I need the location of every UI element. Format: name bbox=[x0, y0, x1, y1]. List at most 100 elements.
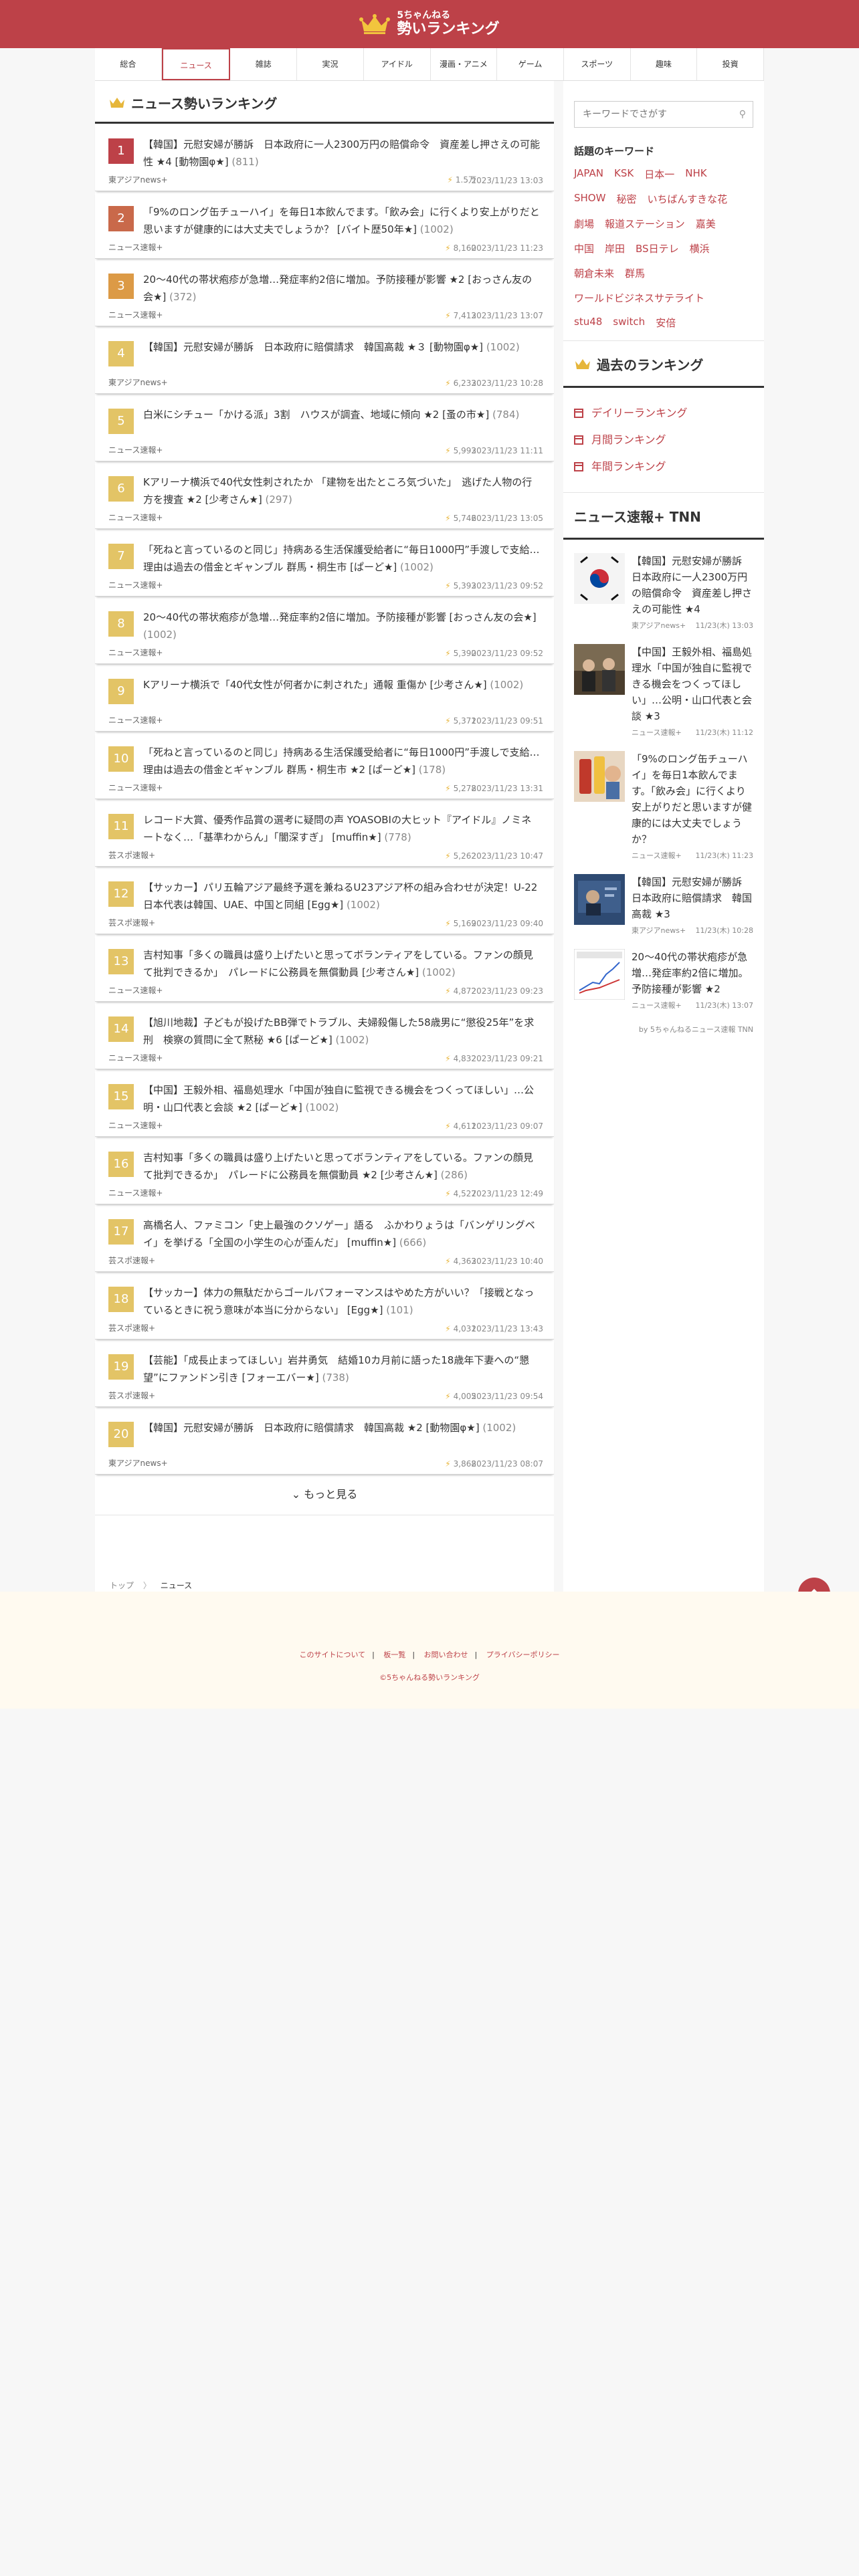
keyword-link[interactable]: 嘉美 bbox=[696, 217, 716, 231]
ranking-item[interactable]: 17 高橋名人、ファミコン「史上最強のクソゲー」語る ふかわりょうは「バンゲリング… bbox=[95, 1204, 554, 1272]
yearly-ranking-link[interactable]: 年間ランキング bbox=[574, 453, 753, 480]
keyword-link[interactable]: 安倍 bbox=[656, 316, 676, 330]
search-icon[interactable]: ⚲ bbox=[739, 109, 746, 120]
keyword-link[interactable]: 日本一 bbox=[644, 167, 674, 181]
thread-title-link[interactable]: 【中国】王毅外相、福島処理水「中国が独自に監視できる機会をつくってほしい」…公明… bbox=[143, 1081, 541, 1116]
thread-title-link[interactable]: 【サッカー】体力の無駄だからゴールパフォーマンスはやめた方がいい？「接戦となって… bbox=[143, 1284, 541, 1319]
article-thumbnail[interactable] bbox=[574, 553, 625, 604]
article-thumbnail[interactable] bbox=[574, 751, 625, 802]
thread-title-link[interactable]: 吉村知事「多くの職員は盛り上げたいと思ってボランティアをしている。ファンの顔見て… bbox=[143, 1149, 541, 1184]
tnn-article[interactable]: 20〜40代の帯状疱疹が急増…発症率約2倍に増加。予防接種が影響 ★2 ニュース速… bbox=[573, 948, 753, 1010]
ranking-item[interactable]: 13 吉村知事「多くの職員は盛り上げたいと思ってボランティアをしている。ファンの顔… bbox=[95, 934, 554, 1002]
keyword-link[interactable]: 劇場 bbox=[574, 217, 594, 231]
keyword-link[interactable]: BS日テレ bbox=[636, 241, 679, 255]
nav-tab-invest[interactable]: 投資 bbox=[697, 48, 765, 80]
nav-tab-game[interactable]: ゲーム bbox=[497, 48, 564, 80]
thread-title-link[interactable]: 【芸能】「成長止まってほしい」岩井勇気 結婚10カ月前に語った18歳年下妻への“… bbox=[143, 1352, 541, 1386]
keyword-link[interactable]: switch bbox=[613, 316, 645, 330]
tnn-article[interactable]: 【中国】王毅外相、福島処理水「中国が独自に監視できる機会をつくってほしい」…公明… bbox=[574, 644, 753, 738]
tnn-article-title[interactable]: 20〜40代の帯状疱疹が急増…発症率約2倍に増加。予防接種が影響 ★2 bbox=[632, 949, 753, 997]
thread-title-link[interactable]: 【韓国】元慰安婦が勝訴 日本政府に賠償請求 韓国高裁 ★３ [動物園φ★] (1… bbox=[143, 338, 541, 356]
ranking-item[interactable]: 11 レコード大賞、優秀作品賞の選考に疑問の声 YOASOBIの大ヒット『アイドル… bbox=[95, 799, 554, 867]
thread-title-link[interactable]: 【サッカー】パリ五輪アジア最終予選を兼ねるU23アジア杯の組み合わせが決定！U-… bbox=[143, 879, 541, 914]
post-date: 2023/11/23 09:21 bbox=[471, 1054, 543, 1063]
thread-title-link[interactable]: 「9%のロング缶チューハイ」を毎日1本飲んでます。「飲み会」に行くより安上がりだ… bbox=[143, 203, 541, 238]
ranking-item[interactable]: 18 【サッカー】体力の無駄だからゴールパフォーマンスはやめた方がいい？「接戦とな… bbox=[95, 1272, 554, 1339]
keyword-link[interactable]: KSK bbox=[614, 167, 634, 181]
ranking-item[interactable]: 7 「死ねと言っているのと同じ」持病ある生活保護受給者に“毎日1000円”手渡しで… bbox=[95, 529, 554, 597]
search-input[interactable] bbox=[581, 108, 739, 120]
thread-title-link[interactable]: 20〜40代の帯状疱疹が急増…発症率約2倍に増加。予防接種が影響 [おっさん友の… bbox=[143, 609, 541, 643]
thread-title-link[interactable]: 「死ねと言っているのと同じ」持病ある生活保護受給者に“毎日1000円”手渡しで支… bbox=[143, 541, 541, 576]
monthly-ranking-link[interactable]: 月間ランキング bbox=[574, 427, 753, 453]
thread-title-link[interactable]: 高橋名人、ファミコン「史上最強のクソゲー」語る ふかわりょうは「バンゲリングベイ… bbox=[143, 1216, 541, 1251]
ranking-item[interactable]: 15 【中国】王毅外相、福島処理水「中国が独自に監視できる機会をつくってほしい」…… bbox=[95, 1069, 554, 1137]
keyword-link[interactable]: 報道ステーション bbox=[605, 217, 685, 231]
article-thumbnail[interactable] bbox=[573, 948, 626, 1000]
footer-link-contact[interactable]: お問い合わせ bbox=[424, 1650, 468, 1659]
nav-tab-manga-anime[interactable]: 漫画・アニメ bbox=[431, 48, 498, 80]
thread-title-link[interactable]: 【旭川地裁】子どもが投げたBB弾でトラブル、夫婦殺傷した58歳男に“懲役25年”… bbox=[143, 1014, 541, 1049]
keyword-link[interactable]: いちばんすきな花 bbox=[647, 192, 727, 206]
ranking-item[interactable]: 3 20〜40代の帯状疱疹が急増…発症率約2倍に増加。予防接種が影響 ★2 [おっ… bbox=[95, 259, 554, 326]
thread-title-link[interactable]: 吉村知事「多くの職員は盛り上げたいと思ってボランティアをしている。ファンの顔見て… bbox=[143, 946, 541, 981]
ranking-item[interactable]: 1 【韓国】元慰安婦が勝訴 日本政府に一人2300万円の賠償命令 資産差し押さえの… bbox=[95, 124, 554, 191]
nav-tab-live[interactable]: 実況 bbox=[297, 48, 364, 80]
ranking-item[interactable]: 4 【韓国】元慰安婦が勝訴 日本政府に賠償請求 韓国高裁 ★３ [動物園φ★] (… bbox=[95, 326, 554, 394]
article-thumbnail[interactable] bbox=[574, 644, 625, 695]
thread-title-link[interactable]: Kアリーナ横浜で40代女性刺されたか 「建物を出たところ気づいた」 逃げた人物の… bbox=[143, 473, 541, 508]
nav-tab-sports[interactable]: スポーツ bbox=[564, 48, 631, 80]
tnn-article-title[interactable]: 「9%のロング缶チューハイ」を毎日1本飲んでます。「飲み会」に行くより安上がりだ… bbox=[632, 751, 753, 847]
thread-title-link[interactable]: 白米にシチュー「かける派」3割 ハウスが調査、地域に傾向 ★2 [蚤の市★] (… bbox=[143, 406, 541, 423]
keyword-link[interactable]: NHK bbox=[685, 167, 706, 181]
ranking-item[interactable]: 14 【旭川地裁】子どもが投げたBB弾でトラブル、夫婦殺傷した58歳男に“懲役25… bbox=[95, 1002, 554, 1069]
footer-link-boards[interactable]: 板一覧 bbox=[383, 1650, 405, 1659]
ranking-item[interactable]: 8 20〜40代の帯状疱疹が急増…発症率約2倍に増加。予防接種が影響 [おっさん友… bbox=[95, 597, 554, 664]
keyword-link[interactable]: 横浜 bbox=[690, 241, 710, 255]
tnn-article[interactable]: 【韓国】元慰安婦が勝訴 日本政府に一人2300万円の賠償命令 資産差し押さえの可… bbox=[574, 553, 753, 631]
keyword-link[interactable]: 中国 bbox=[574, 241, 594, 255]
site-logo[interactable]: 5ちゃんねる 勢いランキング bbox=[359, 10, 500, 37]
nav-tab-hobby[interactable]: 趣味 bbox=[631, 48, 698, 80]
keyword-link[interactable]: 岸田 bbox=[605, 241, 625, 255]
ranking-item[interactable]: 5 白米にシチュー「かける派」3割 ハウスが調査、地域に傾向 ★2 [蚤の市★] … bbox=[95, 394, 554, 461]
nav-tab-idol[interactable]: アイドル bbox=[364, 48, 431, 80]
thread-title-link[interactable]: 20〜40代の帯状疱疹が急増…発症率約2倍に増加。予防接種が影響 ★2 [おっさ… bbox=[143, 271, 541, 306]
tnn-article[interactable]: 「9%のロング缶チューハイ」を毎日1本飲んでます。「飲み会」に行くより安上がりだ… bbox=[574, 751, 753, 861]
tnn-article-title[interactable]: 【韓国】元慰安婦が勝訴 日本政府に賠償請求 韓国高裁 ★3 bbox=[632, 874, 753, 922]
thread-title-link[interactable]: レコード大賞、優秀作品賞の選考に疑問の声 YOASOBIの大ヒット『アイドル』ノ… bbox=[143, 811, 541, 846]
ranking-item[interactable]: 16 吉村知事「多くの職員は盛り上げたいと思ってボランティアをしている。ファンの顔… bbox=[95, 1137, 554, 1204]
thread-title-link[interactable]: 【韓国】元慰安婦が勝訴 日本政府に賠償請求 韓国高裁 ★2 [動物園φ★] (1… bbox=[143, 1419, 541, 1436]
main-column: ニュース勢いランキング 1 【韓国】元慰安婦が勝訴 日本政府に一人2300万円の賠… bbox=[95, 81, 554, 1689]
ranking-item[interactable]: 12 【サッカー】パリ五輪アジア最終予選を兼ねるU23アジア杯の組み合わせが決定！… bbox=[95, 867, 554, 934]
ranking-item[interactable]: 19 【芸能】「成長止まってほしい」岩井勇気 結婚10カ月前に語った18歳年下妻へ… bbox=[95, 1339, 554, 1407]
keyword-link[interactable]: 朝倉未来 bbox=[574, 266, 614, 280]
breadcrumb-home[interactable]: トップ bbox=[110, 1581, 134, 1590]
keyword-link[interactable]: ワールドビジネスサテライト bbox=[574, 291, 704, 305]
keyword-link[interactable]: JAPAN bbox=[574, 167, 603, 181]
ranking-item[interactable]: 2 「9%のロング缶チューハイ」を毎日1本飲んでます。「飲み会」に行くより安上がり… bbox=[95, 191, 554, 259]
thread-title-link[interactable]: Kアリーナ横浜で「40代女性が何者かに刺された」通報 重傷か [少考さん★] (… bbox=[143, 676, 541, 693]
keyword-link[interactable]: 秘密 bbox=[616, 192, 636, 206]
thread-title-link[interactable]: 【韓国】元慰安婦が勝訴 日本政府に一人2300万円の賠償命令 資産差し押さえの可… bbox=[143, 136, 541, 171]
tnn-article-title[interactable]: 【中国】王毅外相、福島処理水「中国が独自に監視できる機会をつくってほしい」…公明… bbox=[632, 644, 753, 724]
sidebar: ⚲ 話題のキーワード JAPAN KSK 日本一 NHK SHOW 秘密いちばんすきな花劇… bbox=[563, 81, 764, 1689]
nav-tab-sougou[interactable]: 総合 bbox=[95, 48, 162, 80]
keyword-link[interactable]: SHOW bbox=[574, 192, 605, 206]
article-thumbnail[interactable] bbox=[574, 874, 625, 925]
footer-link-privacy[interactable]: プライバシーポリシー bbox=[486, 1650, 560, 1659]
tnn-article[interactable]: 【韓国】元慰安婦が勝訴 日本政府に賠償請求 韓国高裁 ★3 東アジアnews+ 11… bbox=[574, 874, 753, 936]
ranking-item[interactable]: 9 Kアリーナ横浜で「40代女性が何者かに刺された」通報 重傷か [少考さん★] … bbox=[95, 664, 554, 732]
daily-ranking-link[interactable]: デイリーランキング bbox=[574, 400, 753, 427]
thread-title-link[interactable]: 「死ねと言っているのと同じ」持病ある生活保護受給者に“毎日1000円”手渡しで支… bbox=[143, 744, 541, 778]
more-button[interactable]: ⌄ もっと見る bbox=[95, 1475, 554, 1515]
footer-link-about[interactable]: このサイトについて bbox=[299, 1650, 365, 1659]
nav-tab-magazine[interactable]: 雑誌 bbox=[230, 48, 298, 80]
keyword-link[interactable]: stu48 bbox=[574, 316, 602, 330]
ranking-item[interactable]: 6 Kアリーナ横浜で40代女性刺されたか 「建物を出たところ気づいた」 逃げた人物… bbox=[95, 461, 554, 529]
keyword-link[interactable]: 群馬 bbox=[625, 266, 645, 280]
tnn-article-title[interactable]: 【韓国】元慰安婦が勝訴 日本政府に一人2300万円の賠償命令 資産差し押さえの可… bbox=[632, 553, 753, 617]
ranking-item[interactable]: 20 【韓国】元慰安婦が勝訴 日本政府に賠償請求 韓国高裁 ★2 [動物園φ★] … bbox=[95, 1407, 554, 1475]
ranking-item[interactable]: 10 「死ねと言っているのと同じ」持病ある生活保護受給者に“毎日1000円”手渡し… bbox=[95, 732, 554, 799]
nav-tab-news[interactable]: ニュース bbox=[161, 48, 231, 80]
